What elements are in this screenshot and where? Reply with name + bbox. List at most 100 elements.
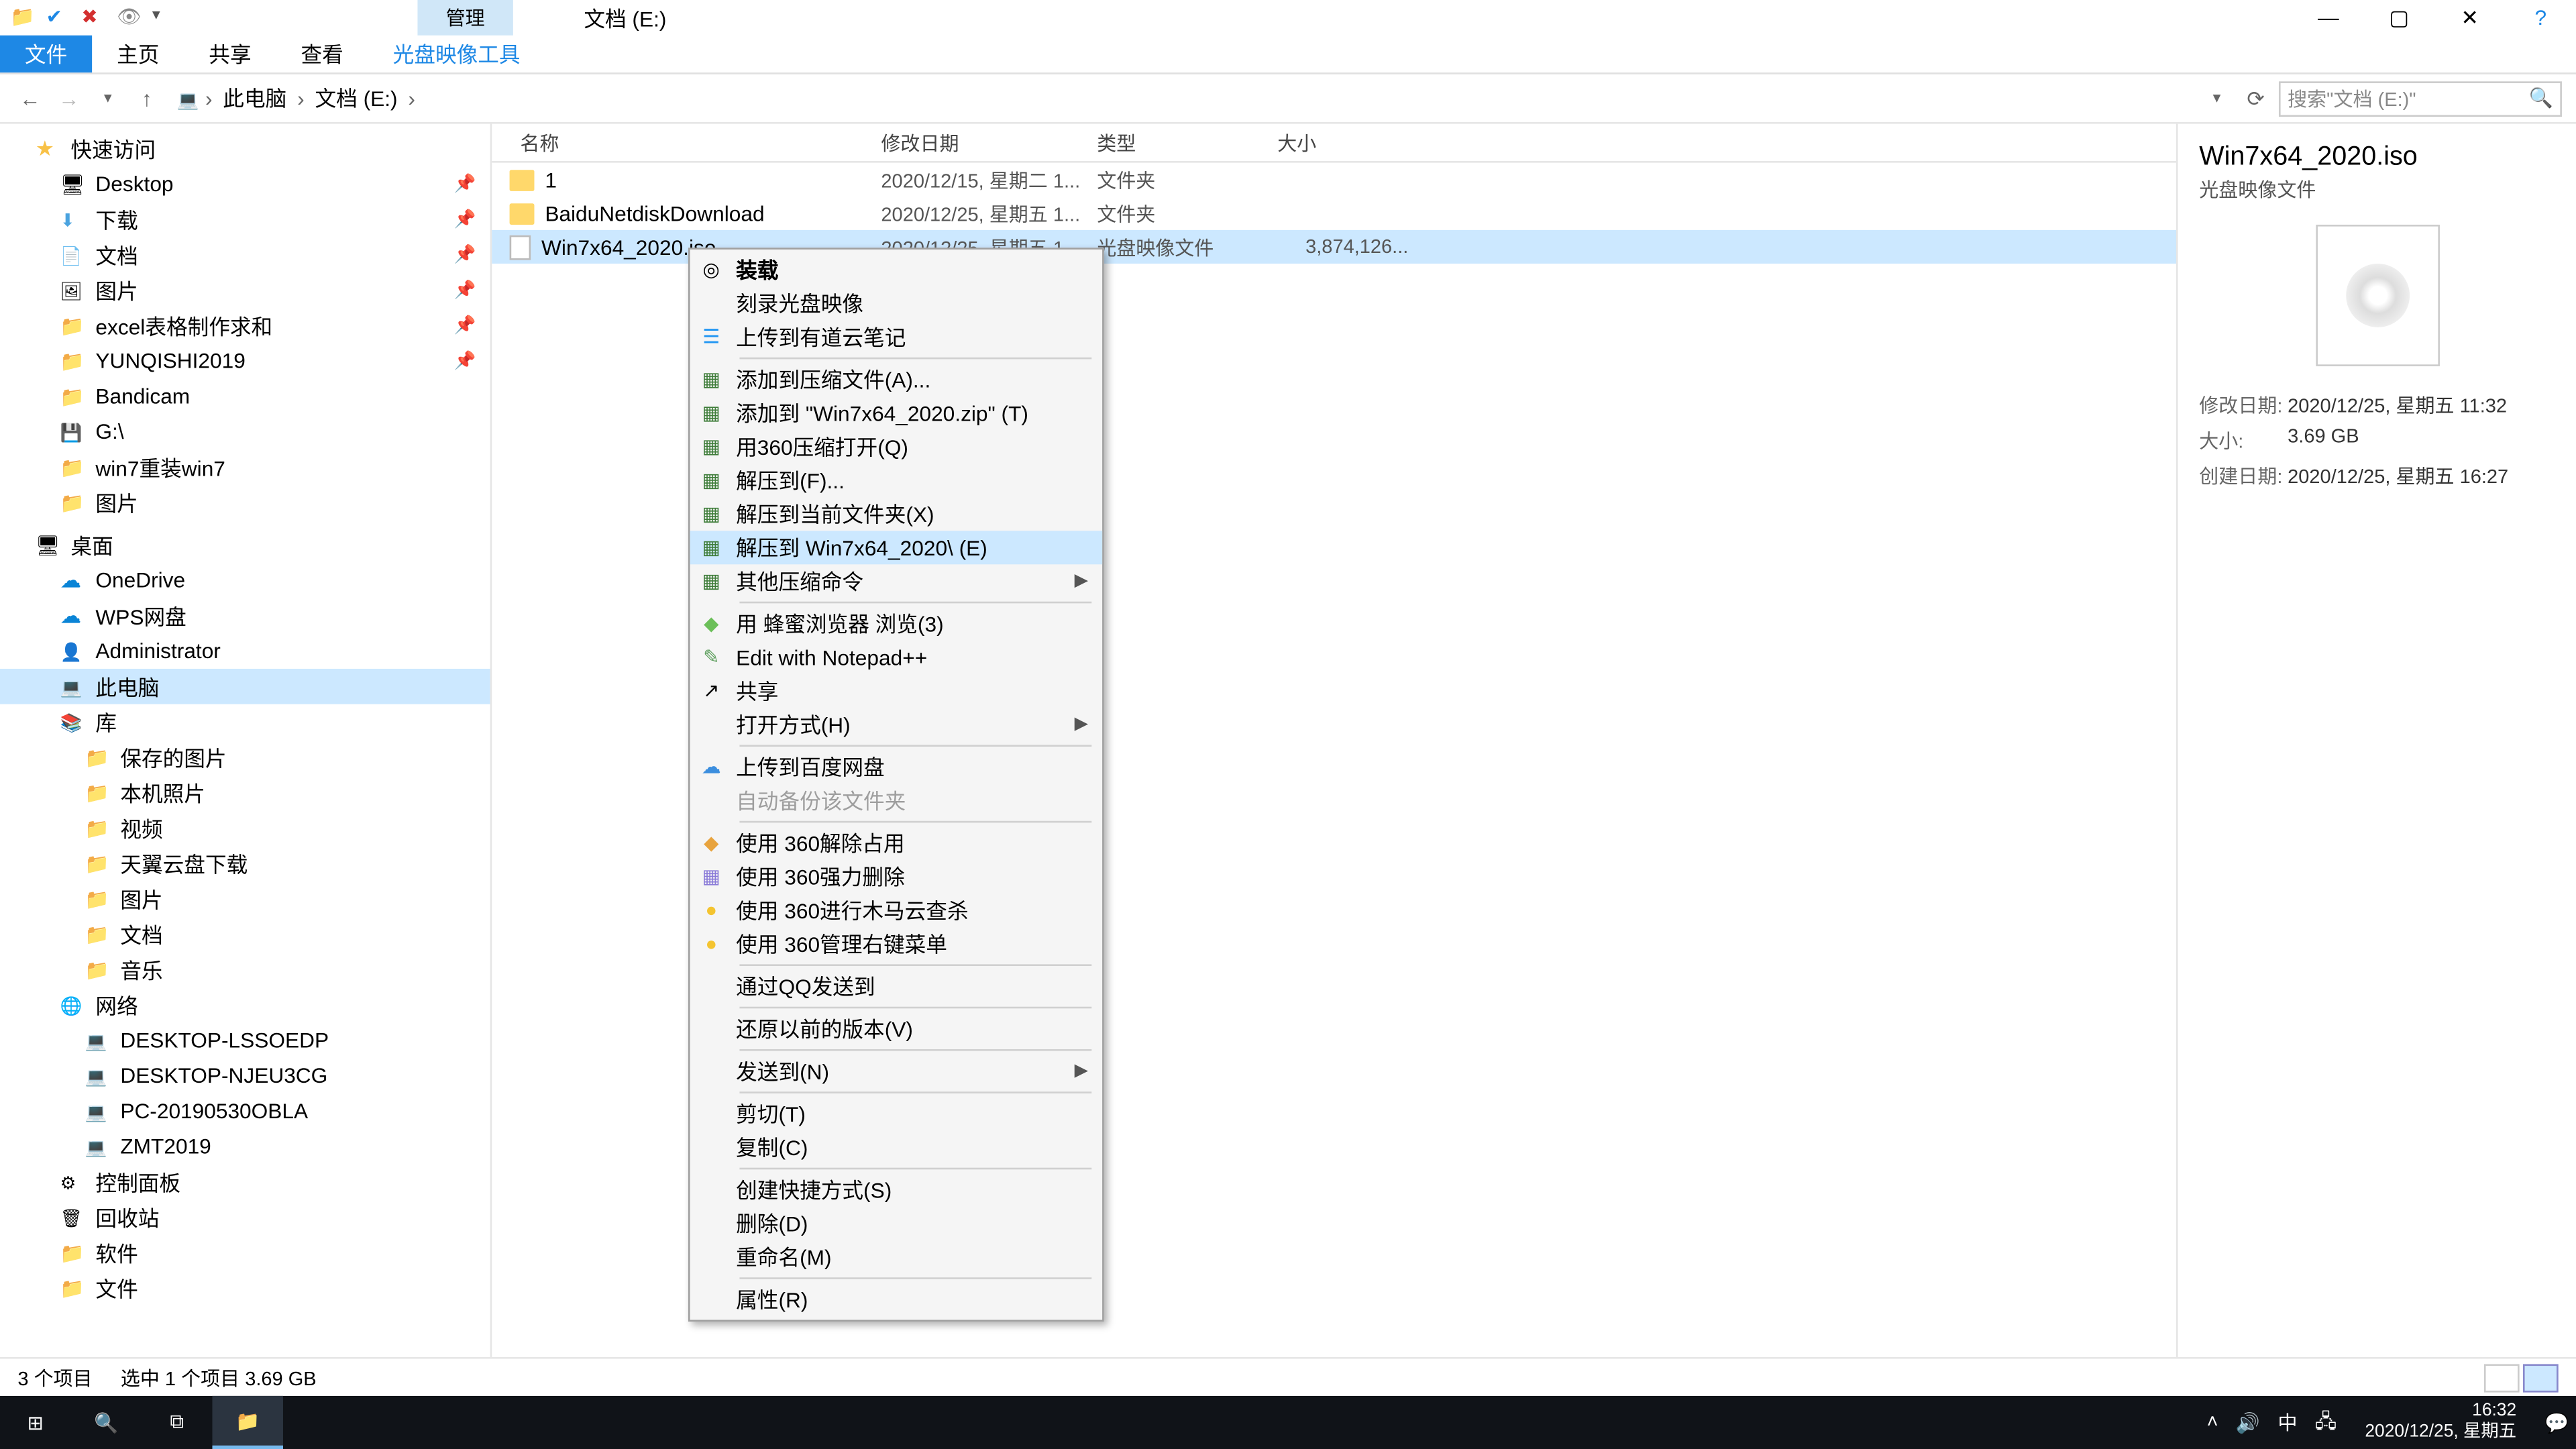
up-button[interactable]: ↑ <box>131 86 162 111</box>
tree-downloads[interactable]: 下载📌 <box>0 202 490 237</box>
ime-icon[interactable]: 中 <box>2277 1408 2297 1436</box>
tree-admin[interactable]: Administrator <box>0 633 490 669</box>
check-icon[interactable]: ✔ <box>46 5 71 30</box>
tree-saved-pics[interactable]: 保存的图片 <box>0 739 490 775</box>
menu-item[interactable]: ▦使用 360强力删除 <box>690 860 1103 894</box>
refresh-button[interactable]: ⟳ <box>2240 86 2271 111</box>
tree-pc4[interactable]: ZMT2019 <box>0 1129 490 1165</box>
close-button[interactable]: ✕ <box>2434 0 2505 36</box>
col-size[interactable]: 大小 <box>1277 128 1419 156</box>
tab-view[interactable]: 查看 <box>276 36 368 72</box>
help-icon[interactable]: ? <box>2506 0 2576 36</box>
tree-pc2[interactable]: DESKTOP-NJEU3CG <box>0 1058 490 1093</box>
chevron-down-icon[interactable]: ▾ <box>152 5 177 30</box>
menu-item[interactable]: 打开方式(H)▶ <box>690 708 1103 741</box>
menu-item[interactable]: ▦解压到(F)... <box>690 464 1103 497</box>
menu-item[interactable]: ✎Edit with Notepad++ <box>690 641 1103 674</box>
tree-quick-access[interactable]: 快速访问 <box>0 131 490 166</box>
tree-gdrive[interactable]: G:\ <box>0 414 490 449</box>
tree-pc1[interactable]: DESKTOP-LSSOEDP <box>0 1022 490 1058</box>
recent-dropdown[interactable]: ▾ <box>92 89 123 108</box>
menu-item[interactable]: 重命名(M) <box>690 1240 1103 1274</box>
task-view-button[interactable]: ⧉ <box>142 1396 212 1449</box>
tree-libraries[interactable]: 库 <box>0 704 490 740</box>
menu-item[interactable]: 通过QQ发送到 <box>690 969 1103 1003</box>
tab-share[interactable]: 共享 <box>184 36 276 72</box>
menu-item[interactable]: ◆用 蜂蜜浏览器 浏览(3) <box>690 607 1103 641</box>
menu-item[interactable]: ▦其他压缩命令▶ <box>690 564 1103 598</box>
tree-yunqishi[interactable]: YUNQISHI2019📌 <box>0 343 490 379</box>
tree-doc2[interactable]: 文档 <box>0 916 490 952</box>
crumb-thispc[interactable]: 此电脑 <box>216 83 294 113</box>
tree-desktop-group[interactable]: 桌面 <box>0 527 490 563</box>
menu-item[interactable]: ▦添加到压缩文件(A)... <box>690 363 1103 396</box>
tree-camera[interactable]: 本机照片 <box>0 775 490 810</box>
menu-item[interactable]: ●使用 360管理右键菜单 <box>690 927 1103 961</box>
breadcrumb[interactable]: › 此电脑 › 文档 (E:) › <box>170 83 2194 113</box>
menu-item[interactable]: ▦解压到 Win7x64_2020\ (E) <box>690 531 1103 564</box>
forward-button[interactable]: → <box>53 86 85 111</box>
tree-tianyi[interactable]: 天翼云盘下载 <box>0 846 490 881</box>
menu-item[interactable]: ▦添加到 "Win7x64_2020.zip" (T) <box>690 396 1103 430</box>
menu-item[interactable]: ◎装载 <box>690 253 1103 286</box>
view-icons-button[interactable] <box>2523 1363 2559 1391</box>
menu-item[interactable]: 刻录光盘映像 <box>690 286 1103 320</box>
tree-recycle-bin[interactable]: 回收站 <box>0 1199 490 1235</box>
menu-item[interactable]: ☰上传到有道云笔记 <box>690 320 1103 354</box>
tree-network[interactable]: 网络 <box>0 987 490 1023</box>
col-name[interactable]: 名称 <box>492 128 881 156</box>
tree-win7[interactable]: win7重装win7 <box>0 449 490 485</box>
tree-wps[interactable]: WPS网盘 <box>0 598 490 633</box>
col-date[interactable]: 修改日期 <box>881 128 1097 156</box>
search-button[interactable]: 🔍 <box>70 1396 141 1449</box>
clock[interactable]: 16:32 2020/12/25, 星期五 <box>2355 1401 2527 1444</box>
volume-icon[interactable]: 🔊 <box>2236 1411 2260 1434</box>
search-input[interactable]: 搜索"文档 (E:)" 🔍 <box>2279 80 2562 116</box>
tree-excel[interactable]: excel表格制作求和📌 <box>0 308 490 343</box>
menu-item[interactable]: ▦解压到当前文件夹(X) <box>690 497 1103 531</box>
menu-item[interactable]: ◆使用 360解除占用 <box>690 826 1103 860</box>
tree-software[interactable]: 软件 <box>0 1235 490 1271</box>
file-row[interactable]: 12020/12/15, 星期二 1...文件夹 <box>492 163 2176 197</box>
file-row[interactable]: BaiduNetdiskDownload2020/12/25, 星期五 1...… <box>492 197 2176 230</box>
view-details-button[interactable] <box>2484 1363 2520 1391</box>
tree-pics3[interactable]: 图片 <box>0 881 490 916</box>
menu-item[interactable]: ▦用360压缩打开(Q) <box>690 430 1103 464</box>
menu-item[interactable]: ●使用 360进行木马云查杀 <box>690 894 1103 927</box>
network-icon[interactable]: 🖧 <box>2315 1405 2337 1439</box>
menu-item[interactable]: 删除(D) <box>690 1207 1103 1240</box>
eye-icon[interactable]: 👁 <box>117 5 142 30</box>
x-icon[interactable]: ✖ <box>81 5 106 30</box>
crumb-drive[interactable]: 文档 (E:) <box>308 83 405 113</box>
tab-disc-tools[interactable]: 光盘映像工具 <box>368 36 545 72</box>
tree-thispc[interactable]: 此电脑 <box>0 669 490 704</box>
tree-files[interactable]: 文件 <box>0 1271 490 1306</box>
tree-desktop[interactable]: Desktop📌 <box>0 166 490 202</box>
tree-onedrive[interactable]: OneDrive <box>0 563 490 598</box>
tree-pc3[interactable]: PC-20190530OBLA <box>0 1093 490 1129</box>
explorer-taskbar-icon[interactable]: 📁 <box>212 1396 282 1449</box>
action-center-icon[interactable]: 💬 <box>2544 1411 2569 1434</box>
tab-home[interactable]: 主页 <box>92 36 184 72</box>
tray-up-icon[interactable]: ˄ <box>2207 1412 2218 1434</box>
col-type[interactable]: 类型 <box>1097 128 1277 156</box>
menu-item[interactable]: 剪切(T) <box>690 1097 1103 1130</box>
minimize-button[interactable]: — <box>2293 0 2363 36</box>
start-button[interactable]: ⊞ <box>0 1396 70 1449</box>
navigation-tree[interactable]: 快速访问 Desktop📌 下载📌 文档📌 图片📌 excel表格制作求和📌 Y… <box>0 124 492 1357</box>
tree-bandicam[interactable]: Bandicam <box>0 378 490 414</box>
address-dropdown[interactable]: ▾ <box>2201 89 2233 108</box>
menu-item[interactable]: 创建快捷方式(S) <box>690 1173 1103 1207</box>
menu-item[interactable]: 复制(C) <box>690 1130 1103 1164</box>
tree-video[interactable]: 视频 <box>0 810 490 846</box>
menu-item[interactable]: 属性(R) <box>690 1283 1103 1316</box>
tree-pictures[interactable]: 图片📌 <box>0 272 490 308</box>
menu-item[interactable]: ☁上传到百度网盘 <box>690 750 1103 784</box>
tree-music[interactable]: 音乐 <box>0 952 490 987</box>
menu-item[interactable]: 还原以前的版本(V) <box>690 1012 1103 1046</box>
tree-pics2[interactable]: 图片 <box>0 485 490 521</box>
menu-item[interactable]: 发送到(N)▶ <box>690 1055 1103 1088</box>
menu-item[interactable]: ↗共享 <box>690 674 1103 708</box>
maximize-button[interactable]: ▢ <box>2364 0 2434 36</box>
tree-documents[interactable]: 文档📌 <box>0 237 490 272</box>
